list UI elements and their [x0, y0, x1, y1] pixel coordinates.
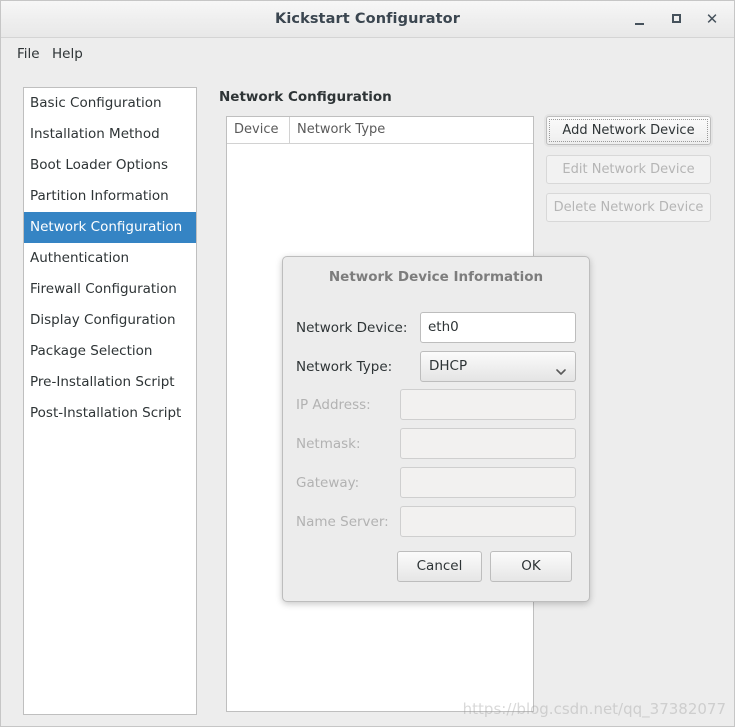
dialog-title: Network Device Information — [328, 269, 544, 285]
table-header-row: Device Network Type — [227, 117, 533, 144]
application-window: Kickstart Configurator ✕ File Help Basic… — [0, 0, 735, 727]
network-type-selected-value: DHCP — [429, 358, 468, 374]
menu-bar: File Help — [1, 38, 734, 71]
table-column-header-network-type[interactable]: Network Type — [290, 117, 533, 143]
ip-address-label: IP Address: — [296, 397, 371, 413]
sidebar-item-basic-configuration[interactable]: Basic Configuration — [24, 88, 196, 119]
ip-address-input — [400, 389, 576, 420]
netmask-label: Netmask: — [296, 436, 361, 452]
add-network-device-button[interactable]: Add Network Device — [546, 116, 711, 145]
name-server-input — [400, 506, 576, 537]
maximize-button[interactable] — [665, 9, 687, 30]
close-button[interactable]: ✕ — [701, 9, 723, 30]
network-device-label: Network Device: — [296, 320, 408, 336]
gateway-label: Gateway: — [296, 475, 360, 491]
sidebar: Basic Configuration Installation Method … — [23, 87, 197, 715]
gateway-input — [400, 467, 576, 498]
menu-item-help[interactable]: Help — [45, 38, 90, 71]
sidebar-item-partition-information[interactable]: Partition Information — [24, 181, 196, 212]
edit-network-device-button: Edit Network Device — [546, 155, 711, 184]
sidebar-item-display-configuration[interactable]: Display Configuration — [24, 305, 196, 336]
sidebar-item-post-installation-script[interactable]: Post-Installation Script — [24, 398, 196, 429]
network-device-information-dialog: Network Device Information Network Devic… — [282, 256, 590, 602]
sidebar-item-package-selection[interactable]: Package Selection — [24, 336, 196, 367]
window-title: Kickstart Configurator — [274, 11, 460, 27]
page-title: Network Configuration — [219, 89, 392, 105]
sidebar-item-authentication[interactable]: Authentication — [24, 243, 196, 274]
network-type-label: Network Type: — [296, 359, 393, 375]
chevron-down-icon — [556, 362, 566, 375]
minimize-icon — [634, 23, 644, 25]
title-bar: Kickstart Configurator ✕ — [1, 1, 734, 38]
table-column-header-device[interactable]: Device — [227, 117, 290, 143]
menu-item-file[interactable]: File — [10, 38, 47, 71]
maximize-icon — [671, 14, 681, 23]
cancel-button[interactable]: Cancel — [397, 551, 482, 582]
sidebar-item-firewall-configuration[interactable]: Firewall Configuration — [24, 274, 196, 305]
name-server-label: Name Server: — [296, 514, 389, 530]
minimize-button[interactable] — [628, 9, 650, 30]
delete-network-device-button: Delete Network Device — [546, 193, 711, 222]
network-device-input[interactable]: eth0 — [420, 312, 576, 343]
sidebar-item-boot-loader-options[interactable]: Boot Loader Options — [24, 150, 196, 181]
ok-button[interactable]: OK — [490, 551, 572, 582]
sidebar-item-installation-method[interactable]: Installation Method — [24, 119, 196, 150]
sidebar-item-network-configuration[interactable]: Network Configuration — [24, 212, 196, 243]
netmask-input — [400, 428, 576, 459]
sidebar-item-pre-installation-script[interactable]: Pre-Installation Script — [24, 367, 196, 398]
network-type-select[interactable]: DHCP — [420, 351, 576, 382]
close-icon: ✕ — [705, 10, 719, 28]
